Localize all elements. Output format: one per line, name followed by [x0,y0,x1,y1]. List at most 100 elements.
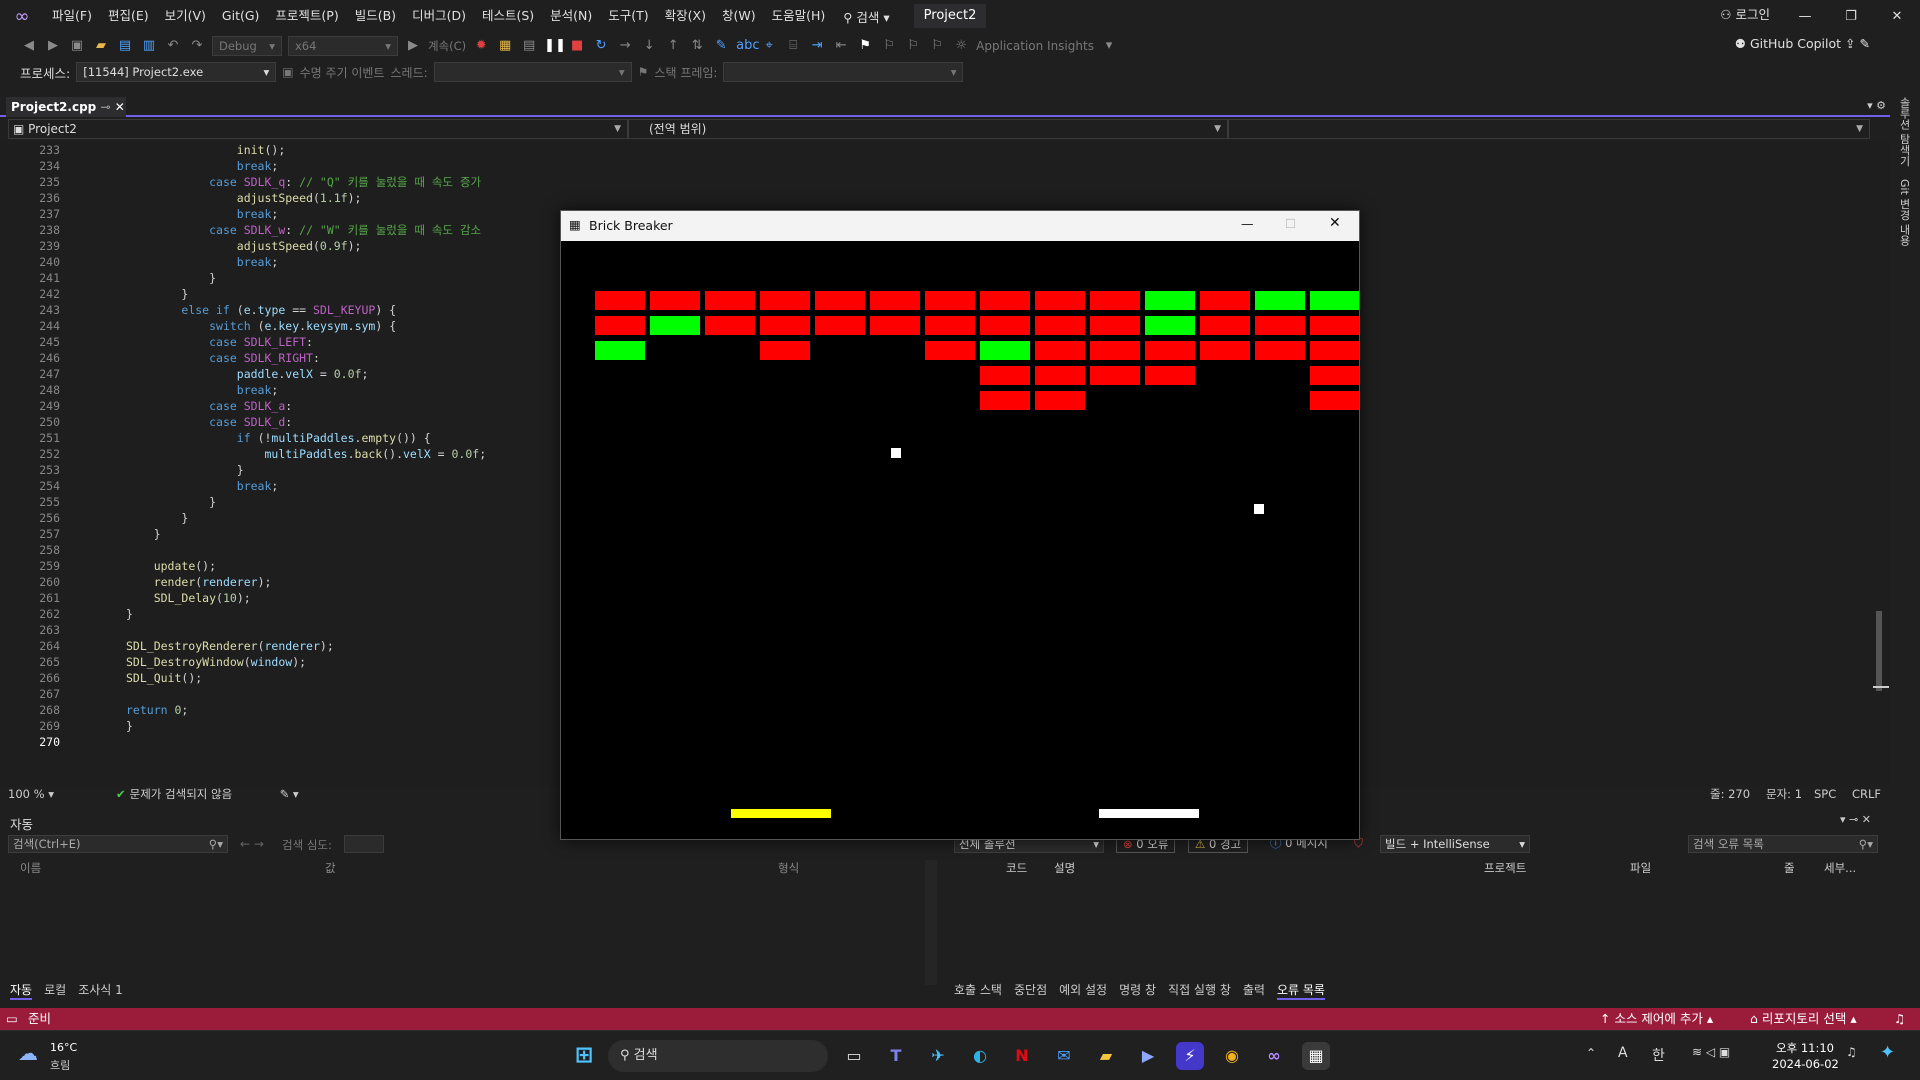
line-info[interactable]: 줄: 270 [1710,786,1750,802]
zoom-combo[interactable]: 100 % ▾ [8,787,68,801]
tab-command-window[interactable]: 명령 창 [1119,981,1156,1000]
col-value[interactable]: 값 [325,860,336,876]
wifi-icon[interactable]: ≋ ◁ ▣ [1692,1045,1730,1059]
project-combo[interactable]: ▣ Project2 ▼ [8,119,628,139]
tab-exception-settings[interactable]: 예외 설정 [1059,981,1107,1000]
col-file[interactable]: 파일 [1630,860,1651,876]
code-line[interactable]: else if (e.type == SDL_KEYUP) { [126,302,396,318]
step-over-icon[interactable]: ↑ [664,37,682,55]
autos-search-input[interactable]: 검색(Ctrl+E) ⚲▾ [8,835,228,853]
menu-window[interactable]: 창(W) [714,0,764,32]
maximize-button[interactable]: ❐ [1828,9,1874,24]
code-line[interactable]: switch (e.key.keysym.sym) { [126,318,396,334]
code-line[interactable]: case SDLK_q: // "Q" 키를 눌렀을 때 속도 증가 [126,174,481,190]
ime-han[interactable]: 한 [1652,1045,1665,1065]
code-line[interactable]: SDL_DestroyRenderer(renderer); [126,638,334,654]
show-next-statement-icon[interactable]: → [616,37,634,55]
flag-icon[interactable]: ⚑ [638,65,649,79]
code-line[interactable]: case SDLK_LEFT: [126,334,313,350]
menu-project[interactable]: 프로젝트(P) [267,0,346,32]
code-line[interactable]: SDL_DestroyWindow(window); [126,654,306,670]
open-icon[interactable]: ▰ [92,37,110,55]
code-line[interactable]: SDL_Delay(10); [126,590,251,606]
crlf-indicator[interactable]: CRLF [1852,787,1881,801]
scope-combo[interactable]: (전역 범위) ▼ [628,119,1228,139]
menu-file[interactable]: 파일(F) [44,0,100,32]
menu-debug[interactable]: 디버그(D) [404,0,474,32]
code-line[interactable]: break; [126,382,279,398]
search-back-icon[interactable]: ← → [240,837,264,851]
restart-icon[interactable]: ↻ [592,37,610,55]
app-insights-label[interactable]: Application Insights [976,39,1094,53]
code-line[interactable]: multiPaddles.back().velX = 0.0f; [126,446,486,462]
tab-immediate-window[interactable]: 직접 실행 창 [1168,981,1231,1000]
new-project-icon[interactable]: ▣ [68,37,86,55]
code-line[interactable]: case SDLK_d: [126,414,292,430]
menu-test[interactable]: 테스트(S) [474,0,542,32]
code-line[interactable]: case SDLK_a: [126,398,292,414]
game-close-button[interactable]: ✕ [1329,215,1341,231]
edge-icon[interactable]: ◐ [966,1042,994,1070]
col-description[interactable]: 설명 [1054,860,1075,876]
code-line[interactable]: break; [126,206,279,222]
search-icon[interactable]: ⚲▾ [209,836,223,852]
continue-label[interactable]: 계속(C) [428,38,466,54]
code-line[interactable]: break; [126,478,279,494]
pause-icon[interactable]: ❚❚ [544,37,566,55]
chevron-up-icon[interactable]: ⌃ [1586,1046,1596,1060]
code-line[interactable]: SDL_Quit(); [126,670,202,686]
back-icon[interactable]: ◀ [20,37,38,55]
file-explorer-icon[interactable]: ▰ [1092,1042,1120,1070]
bluesky-icon[interactable]: ✈ [924,1042,952,1070]
spell-check-icon[interactable]: abc [736,37,759,55]
lifecycle-label[interactable]: 수명 주기 이벤트 [300,64,385,81]
feedback-icon[interactable]: ✎ [1860,36,1870,51]
clock-time[interactable]: 오후 11:10 [1776,1040,1834,1056]
save-icon[interactable]: ▤ [116,37,134,55]
stackframe-combo[interactable]: ▾ [723,62,964,82]
code-line[interactable]: } [126,494,216,510]
task-view-icon[interactable]: ▭ [840,1042,868,1070]
code-line[interactable]: init(); [126,142,285,158]
col-info[interactable]: 문자: 1 [1766,786,1802,802]
clear-bookmarks-icon[interactable]: ⚐ [928,37,946,55]
menu-search[interactable]: ⚲ 검색 ▾ [833,7,899,26]
editor-scrollbar[interactable] [1870,141,1890,786]
brush-icon[interactable]: ✎ ▾ [280,787,299,801]
col-type[interactable]: 형식 [778,860,799,876]
tab-autos[interactable]: 자동 [10,981,33,1000]
taskbar-search[interactable]: ⚲ 검색 [608,1040,828,1072]
next-bookmark-icon[interactable]: ⚐ [904,37,922,55]
close-tab-icon[interactable]: ✕ [115,100,125,114]
code-line[interactable]: paddle.velX = 0.0f; [126,366,369,382]
tab-breakpoints[interactable]: 중단점 [1014,981,1047,1000]
code-line[interactable]: if (!multiPaddles.empty()) { [126,430,431,446]
brick-breaker-taskbar-icon[interactable]: ▦ [1302,1042,1330,1070]
ime-a[interactable]: A [1618,1045,1628,1061]
weather-icon[interactable]: ☁ [18,1041,38,1065]
step-out-icon[interactable]: ⇅ [688,37,706,55]
code-line[interactable]: adjustSpeed(0.9f); [126,238,362,254]
autos-scrollbar[interactable] [925,860,937,985]
brick-breaker-window[interactable]: ▦ Brick Breaker — ☐ ✕ [560,210,1360,840]
pin-icon[interactable]: ⊸ [100,100,110,114]
step-into-icon[interactable]: ↓ [640,37,658,55]
tab-watch1[interactable]: 조사식 1 [78,981,123,1000]
comment-icon[interactable]: ⌖ [760,37,778,55]
redo-icon[interactable]: ↷ [188,37,206,55]
issues-label[interactable]: 문제가 검색되지 않음 [130,786,270,802]
search-depth-combo[interactable] [344,835,384,853]
media-player-icon[interactable]: ▶ [1134,1042,1162,1070]
copilot-taskbar-icon[interactable]: ✦ [1880,1042,1895,1063]
tab-call-stack[interactable]: 호출 스택 [954,981,1002,1000]
game-maximize-button[interactable]: ☐ [1285,216,1296,231]
code-line[interactable]: } [126,606,133,622]
git-changes-tab[interactable]: Git 변경 내용 [1898,179,1912,246]
code-line[interactable]: break; [126,158,279,174]
member-combo[interactable]: ▼ [1228,119,1870,139]
diagnostics-icon[interactable]: ✎ [712,37,730,55]
spc-indicator[interactable]: SPC [1814,787,1836,801]
tab-output[interactable]: 출력 [1243,981,1265,1000]
save-all-icon[interactable]: ▥ [140,37,158,55]
menu-git[interactable]: Git(G) [214,0,268,32]
